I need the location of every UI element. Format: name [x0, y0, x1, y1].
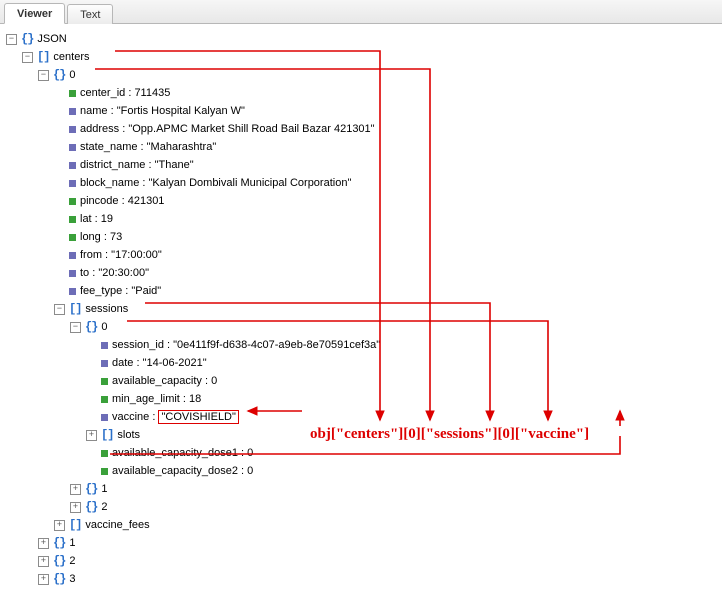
field-date[interactable]: date : "14-06-2021" — [112, 357, 207, 369]
field-long[interactable]: long : 73 — [80, 231, 122, 243]
field-state-name[interactable]: state_name : "Maharashtra" — [80, 141, 216, 153]
node-center-1[interactable]: 1 — [69, 537, 75, 549]
str-icon — [101, 414, 108, 421]
toggle-icon[interactable]: − — [6, 34, 17, 45]
field-vaccine[interactable]: vaccine : "COVISHIELD" — [112, 411, 239, 423]
int-icon — [101, 450, 108, 457]
str-icon — [101, 360, 108, 367]
object-icon: {} — [53, 554, 65, 568]
array-icon: [] — [69, 518, 81, 532]
object-icon: {} — [53, 536, 65, 550]
json-tree: − {} JSON − [] centers − {} 0 center_id … — [0, 24, 722, 598]
field-session-id[interactable]: session_id : "0e411f9f-d638-4c07-a9eb-8e… — [112, 339, 380, 351]
object-icon: {} — [53, 68, 65, 82]
field-block-name[interactable]: block_name : "Kalyan Dombivali Municipal… — [80, 177, 351, 189]
field-address[interactable]: address : "Opp.APMC Market Shill Road Ba… — [80, 123, 375, 135]
int-icon — [69, 234, 76, 241]
toggle-icon[interactable]: + — [38, 574, 49, 585]
int-icon — [69, 216, 76, 223]
str-icon — [69, 144, 76, 151]
object-icon: {} — [85, 320, 97, 334]
str-icon — [69, 162, 76, 169]
toggle-icon[interactable]: − — [54, 304, 65, 315]
field-lat[interactable]: lat : 19 — [80, 213, 113, 225]
array-icon: [] — [69, 302, 81, 316]
str-icon — [69, 288, 76, 295]
str-icon — [69, 126, 76, 133]
toggle-icon[interactable]: + — [54, 520, 65, 531]
toggle-icon[interactable]: − — [22, 52, 33, 63]
str-icon — [69, 108, 76, 115]
field-name[interactable]: name : "Fortis Hospital Kalyan W" — [80, 105, 245, 117]
node-session-1[interactable]: 1 — [101, 483, 107, 495]
int-icon — [69, 198, 76, 205]
array-icon: [] — [37, 50, 49, 64]
tab-text[interactable]: Text — [67, 4, 113, 24]
node-session-0[interactable]: 0 — [101, 321, 107, 333]
toggle-icon[interactable]: − — [38, 70, 49, 81]
node-vaccine-fees[interactable]: vaccine_fees — [85, 519, 149, 531]
int-icon — [101, 468, 108, 475]
field-pincode[interactable]: pincode : 421301 — [80, 195, 164, 207]
toggle-icon[interactable]: + — [70, 502, 81, 513]
field-dose1[interactable]: available_capacity_dose1 : 0 — [112, 447, 253, 459]
field-district-name[interactable]: district_name : "Thane" — [80, 159, 194, 171]
int-icon — [101, 396, 108, 403]
node-center-0[interactable]: 0 — [69, 69, 75, 81]
object-icon: {} — [53, 572, 65, 586]
field-min-age-limit[interactable]: min_age_limit : 18 — [112, 393, 201, 405]
toggle-icon[interactable]: + — [70, 484, 81, 495]
toggle-icon[interactable]: − — [70, 322, 81, 333]
field-center-id[interactable]: center_id : 711435 — [80, 87, 170, 99]
node-json[interactable]: JSON — [37, 33, 66, 45]
field-from[interactable]: from : "17:00:00" — [80, 249, 162, 261]
field-dose2[interactable]: available_capacity_dose2 : 0 — [112, 465, 253, 477]
str-icon — [101, 342, 108, 349]
node-sessions[interactable]: sessions — [85, 303, 128, 315]
object-icon: {} — [85, 482, 97, 496]
str-icon — [69, 270, 76, 277]
object-icon: {} — [85, 500, 97, 514]
tab-bar: Viewer Text — [0, 0, 722, 24]
field-available-capacity[interactable]: available_capacity : 0 — [112, 375, 217, 387]
int-icon — [101, 378, 108, 385]
str-icon — [69, 180, 76, 187]
field-fee-type[interactable]: fee_type : "Paid" — [80, 285, 161, 297]
toggle-icon[interactable]: + — [38, 538, 49, 549]
toggle-icon[interactable]: + — [86, 430, 97, 441]
node-session-2[interactable]: 2 — [101, 501, 107, 513]
array-icon: [] — [101, 428, 113, 442]
node-center-3[interactable]: 3 — [69, 573, 75, 585]
node-slots[interactable]: slots — [117, 429, 140, 441]
node-centers[interactable]: centers — [53, 51, 89, 63]
str-icon — [69, 252, 76, 259]
tab-viewer[interactable]: Viewer — [4, 3, 65, 24]
toggle-icon[interactable]: + — [38, 556, 49, 567]
int-icon — [69, 90, 76, 97]
object-icon: {} — [21, 32, 33, 46]
highlighted-vaccine-value: "COVISHIELD" — [158, 410, 238, 424]
node-center-2[interactable]: 2 — [69, 555, 75, 567]
field-to[interactable]: to : "20:30:00" — [80, 267, 149, 279]
